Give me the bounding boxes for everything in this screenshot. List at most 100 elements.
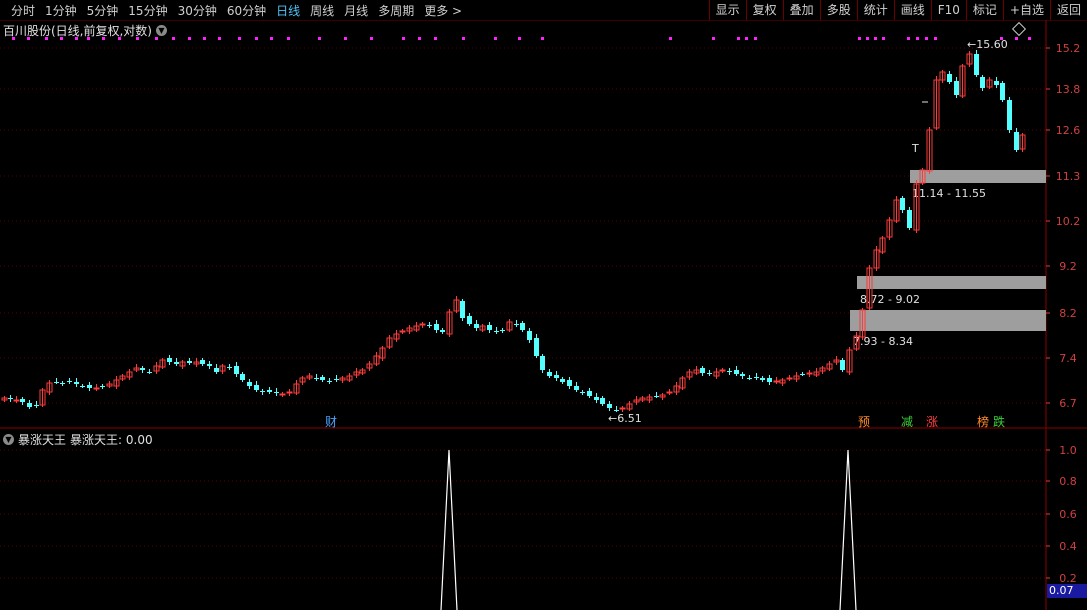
price-axis-label: 15.2 [1056, 42, 1081, 55]
candle-up [399, 330, 406, 333]
candle-down [954, 81, 959, 95]
candle-down [234, 366, 239, 374]
candle-down [327, 381, 332, 382]
signal-dot [318, 37, 321, 40]
candle-down [800, 374, 805, 375]
candle-down [260, 391, 265, 392]
candle-down [607, 404, 612, 408]
candle-down [427, 325, 432, 326]
stock-title: 百川股份(日线,前复权,对数) [3, 24, 152, 38]
indicator-value: 暴涨天王: 0.00 [70, 433, 153, 447]
candle-down [840, 360, 845, 370]
candle-down [760, 378, 765, 380]
candle-down [947, 74, 952, 82]
candle-down [487, 325, 492, 330]
candle-down [434, 324, 439, 330]
candle-down [74, 382, 79, 384]
signal-dot [287, 37, 290, 40]
signal-dot [172, 37, 175, 40]
event-marker: 财 [325, 415, 337, 429]
price-axis-label: 12.6 [1056, 124, 1081, 137]
kline-chart[interactable]: 11.14 - 11.558.72 - 9.027.93 - 8.34 ←15.… [0, 0, 1087, 610]
signal-dot [370, 37, 373, 40]
candle-down [594, 397, 599, 400]
candle-down [527, 331, 532, 340]
candle-down [1007, 100, 1012, 130]
chevron-down-icon[interactable]: ▼ [156, 25, 167, 36]
indicator-axis-label: 0.8 [1059, 475, 1077, 488]
candle-down [467, 316, 472, 324]
candle-up [279, 393, 286, 396]
candle-down [547, 372, 552, 376]
signal-dot [462, 37, 465, 40]
candle-down [567, 380, 572, 386]
candle-down [100, 386, 105, 387]
candle-down [254, 385, 259, 390]
t-label: T [911, 142, 919, 155]
signal-dot [1028, 37, 1031, 40]
candle-down [440, 330, 445, 332]
candle-down [474, 324, 479, 328]
candle-down [80, 386, 85, 387]
signal-dot [402, 37, 405, 40]
indicator-axis-label: 0.4 [1059, 540, 1077, 553]
high-price-label: ←15.60 [967, 38, 1008, 51]
candle-down [60, 383, 65, 384]
signal-dot [1015, 37, 1018, 40]
candle-down [534, 338, 539, 356]
candle-up [93, 387, 100, 390]
indicator-last-value: 0.07 [1047, 584, 1087, 598]
signal-dot [344, 37, 347, 40]
candle-down [574, 386, 579, 390]
candle-down [747, 378, 752, 379]
indicator-name: 暴涨天王 [18, 433, 67, 447]
candle-down [54, 382, 59, 383]
candle-down [1014, 132, 1019, 150]
candle-up [419, 323, 426, 326]
candle-down [614, 410, 619, 411]
candle-down [167, 358, 172, 362]
signal-dot [882, 37, 885, 40]
candle-down [334, 379, 339, 380]
indicator-spike [839, 449, 857, 610]
candle-up [13, 399, 20, 402]
price-axis-label: 7.4 [1059, 352, 1077, 365]
candle-down [907, 210, 912, 228]
candle-down [267, 390, 272, 392]
signal-dot [712, 37, 715, 40]
candle-down [754, 377, 759, 378]
candle-up [786, 377, 793, 380]
candle-down [140, 368, 145, 370]
signal-dot [494, 37, 497, 40]
signal-dot [518, 37, 521, 40]
price-axis-label: 6.7 [1059, 397, 1077, 410]
signal-dot [934, 37, 937, 40]
candle-down [227, 367, 232, 368]
support-zone [910, 170, 1046, 183]
chevron-down-icon[interactable]: ▼ [3, 434, 14, 445]
candle-up [286, 391, 293, 394]
candle-down [740, 374, 745, 376]
signal-dot [188, 37, 191, 40]
indicator-title[interactable]: ▼ 暴涨天王 暴涨天王: 0.00 [3, 431, 153, 448]
signal-dot [866, 37, 869, 40]
candle-down [27, 403, 32, 407]
signal-dot [238, 37, 241, 40]
candle-down [174, 362, 179, 364]
candle-down [980, 77, 985, 88]
signal-dot [255, 37, 258, 40]
main-chart-title[interactable]: 百川股份(日线,前复权,对数) ▼ [3, 22, 167, 39]
signal-dot [203, 37, 206, 40]
candle-down [580, 392, 585, 393]
candle-down [654, 396, 659, 397]
candle-down [700, 368, 705, 373]
candle-down [994, 81, 999, 85]
candle-down [514, 324, 519, 325]
signal-dot [916, 37, 919, 40]
candle-up [619, 407, 626, 410]
candle-up [773, 380, 780, 383]
price-axis-label: 8.2 [1059, 307, 1077, 320]
candle-down [214, 368, 219, 372]
candle-down [187, 361, 192, 363]
candle-down [67, 381, 72, 382]
